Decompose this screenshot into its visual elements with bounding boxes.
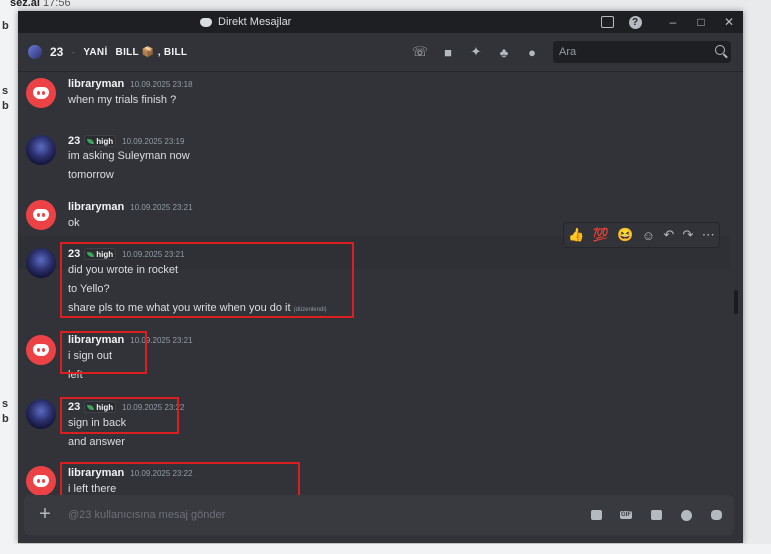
gif-icon[interactable]: GIF [616,505,636,525]
window-title: Direkt Mesajlar [200,11,291,33]
attach-button[interactable]: + [34,503,56,525]
background-fragment: b [2,100,9,112]
reaction-thumbs-up[interactable]: 👍 [568,227,584,243]
message-meta: libraryman 10.09.2025 23:21 [68,201,193,213]
avatar[interactable] [26,399,56,429]
discord-logo-icon [33,344,49,356]
timestamp: 10.09.2025 23:21 [130,202,193,212]
message-composer[interactable]: + @23 kullanıcısına mesaj gönder GIF [24,495,734,535]
separator-dot: · [71,45,76,59]
message-text: ok [68,217,80,229]
leaf-icon [87,138,95,144]
message-meta: 23 high 10.09.2025 23:19 [68,135,184,147]
group-info: 23 · YANİ BILL 📦 , BILL [28,33,187,71]
apps-shape [710,510,722,520]
background-bottom [0,544,771,554]
reaction-hundred[interactable]: 💯 [593,227,609,243]
dm-window: Direkt Mesajlar ? – □ ✕ 23 · YANİ BILL 📦… [18,11,743,543]
highlight-box [60,242,354,318]
clan-tag[interactable]: high [84,135,117,147]
gift-icon[interactable] [586,505,606,525]
background-name: sez.ai [10,0,40,9]
members-prefix[interactable]: YANİ [83,47,107,58]
avatar[interactable] [26,248,56,278]
forward-icon[interactable]: ↷ [683,227,694,243]
message-text: tomorrow [68,169,114,181]
background-fragment: b [2,413,9,425]
titlebar-controls: ? – □ ✕ [593,11,743,33]
group-name[interactable]: 23 [50,45,63,59]
emoji-shape [680,509,692,521]
discord-logo-icon [33,209,49,221]
reaction-laugh[interactable]: 😆 [617,227,633,243]
message-text: im asking Suleyman now [68,150,190,162]
message-input[interactable]: @23 kullanıcısına mesaj gönder [68,495,225,535]
help-icon: ? [628,15,642,29]
voice-call-icon[interactable]: ☏ [408,40,432,64]
maximize-button[interactable]: □ [687,11,715,33]
message-list: libraryman 10.09.2025 23:18 when my tria… [18,72,743,500]
discord-logo-icon [200,17,212,27]
more-icon[interactable]: ⋯ [702,227,715,243]
author-name[interactable]: libraryman [68,201,124,213]
gift-shape [590,510,602,520]
title-bar: Direkt Mesajlar ? – □ ✕ [18,11,743,33]
search-icon [715,45,725,55]
clan-tag-text: high [96,136,114,146]
reply-icon[interactable]: ↶ [663,227,674,243]
avatar[interactable] [26,135,56,165]
background-fragment: s [2,398,9,410]
avatar[interactable] [26,78,56,108]
highlight-box [60,331,147,374]
minimize-button[interactable]: – [659,11,687,33]
close-button[interactable]: ✕ [715,11,743,33]
message-text: and answer [68,436,125,448]
add-friends-icon[interactable]: ♣ [492,40,516,64]
timestamp: 10.09.2025 23:19 [122,136,185,146]
author-name[interactable]: 23 [68,135,80,147]
author-name[interactable]: libraryman [68,78,124,90]
message-action-bar: 👍 💯 😆 ☺ ↶ ↷ ⋯ [563,222,720,248]
emoji-icon[interactable] [676,505,696,525]
avatar[interactable] [26,466,56,496]
help-button[interactable]: ? [621,11,649,33]
window-title-text: Direkt Mesajlar [218,16,292,28]
video-call-icon[interactable]: ■ [436,40,460,64]
header-toolbar: ☏ ■ ✦ ♣ ● [408,33,544,71]
message-meta: libraryman 10.09.2025 23:18 [68,78,193,90]
background-fragment: b [2,20,9,32]
discord-logo-icon [33,475,49,487]
gif-shape: GIF [620,511,632,519]
background-header: sez.ai 17:56 [0,0,130,10]
apps-icon[interactable] [706,505,726,525]
background-page [0,0,18,554]
search-input[interactable]: Ara [553,41,731,63]
timestamp: 10.09.2025 23:18 [130,79,193,89]
members-list[interactable]: BILL 📦 , BILL [116,47,188,58]
member-list-icon[interactable]: ● [520,40,544,64]
avatar[interactable] [26,335,56,365]
highlight-box [60,397,179,434]
channel-header: 23 · YANİ BILL 📦 , BILL ☏ ■ ✦ ♣ ● Ara [18,33,743,72]
avatar[interactable] [26,200,56,230]
sticker-shape [650,510,662,520]
composer-toolbar: GIF [586,495,726,535]
search-placeholder: Ara [559,46,577,58]
add-reaction-icon[interactable]: ☺ [642,228,655,243]
inbox-button[interactable] [593,11,621,33]
discord-logo-icon [33,87,49,99]
sticker-icon[interactable] [646,505,666,525]
message-text: when my trials finish ? [68,94,177,106]
scrollbar[interactable] [734,290,738,314]
inbox-icon [600,16,614,28]
group-dm-icon [28,45,42,59]
background-fragment: s [2,85,9,97]
background-time: 17:56 [43,0,71,9]
pin-icon[interactable]: ✦ [464,40,488,64]
